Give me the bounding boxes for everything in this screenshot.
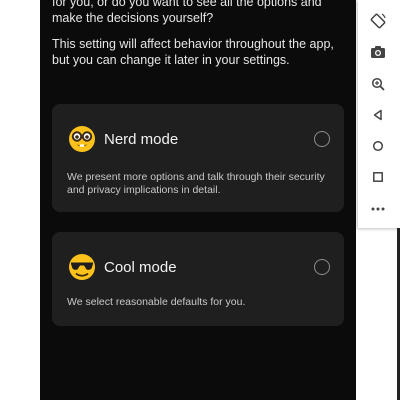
cool-mode-radio[interactable] <box>314 259 330 275</box>
option-header: Cool mode <box>68 252 330 282</box>
home-icon[interactable] <box>367 135 389 157</box>
intro-question: for you, or do you want to see all the o… <box>52 0 322 25</box>
option-title: Nerd mode <box>104 130 179 148</box>
option-description: We present more options and talk through… <box>67 171 325 196</box>
nerd-face-icon <box>68 125 96 153</box>
more-icon[interactable] <box>367 198 389 220</box>
option-card-cool-mode[interactable]: Cool mode We select reasonable defaults … <box>52 232 344 326</box>
zoom-in-icon[interactable] <box>367 73 389 95</box>
option-card-nerd-mode[interactable]: Nerd mode We present more options and ta… <box>52 104 344 212</box>
option-description: We select reasonable defaults for you. <box>67 296 246 308</box>
option-header: Nerd mode <box>68 124 330 154</box>
camera-icon[interactable] <box>367 41 389 63</box>
emulator-toolbar <box>358 0 400 228</box>
sunglasses-face-icon <box>68 253 96 281</box>
intro-note: This setting will affect behavior throug… <box>52 37 334 67</box>
back-icon[interactable] <box>367 104 389 126</box>
option-title: Cool mode <box>104 258 177 276</box>
overview-icon[interactable] <box>367 166 389 188</box>
intro-text: for you, or do you want to see all the o… <box>52 0 348 78</box>
nerd-mode-radio[interactable] <box>314 131 330 147</box>
rotate-icon[interactable] <box>367 10 389 32</box>
app-screen: for you, or do you want to see all the o… <box>40 0 356 400</box>
